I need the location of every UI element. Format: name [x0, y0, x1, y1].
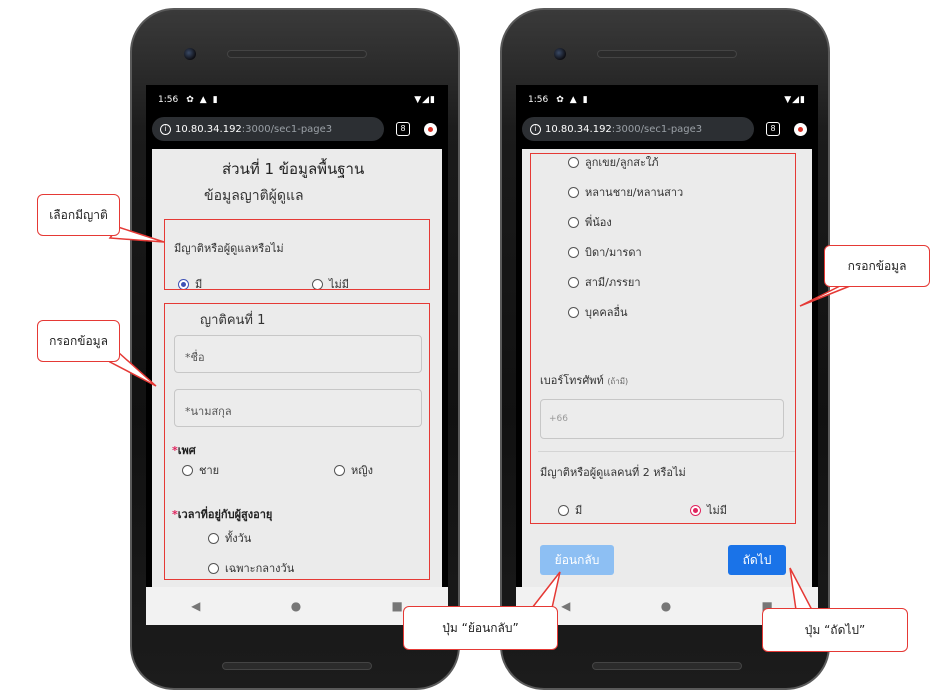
settings-icon: ✿	[556, 95, 564, 105]
url-host: 10.80.34.192	[545, 123, 612, 135]
status-time: 1:56	[528, 95, 549, 105]
highlight-relative-info-right	[530, 153, 796, 524]
callout-fill-info-left: กรอกข้อมูล	[37, 320, 120, 362]
alert-icon: ▲	[199, 95, 207, 105]
nav-recents-icon[interactable]: ■	[392, 599, 403, 613]
tab-switcher-button[interactable]: 8	[766, 122, 780, 136]
browser-toolbar: i 10.80.34.192:3000/sec1-page3 8	[522, 115, 812, 143]
sim-icon: ▮	[582, 95, 588, 105]
nav-back-icon[interactable]: ◀	[561, 599, 570, 613]
tab-switcher-button[interactable]: 8	[396, 122, 410, 136]
signal-icon: ▼◢▮	[414, 95, 436, 105]
nav-home-icon[interactable]: ●	[661, 599, 671, 613]
camera	[184, 48, 196, 60]
settings-icon: ✿	[186, 95, 194, 105]
status-bar: 1:56 ✿ ▲ ▮ ▼◢▮	[146, 91, 448, 109]
speaker	[227, 50, 367, 58]
next-button[interactable]: ถัดไป	[728, 545, 786, 575]
status-bar: 1:56 ✿ ▲ ▮ ▼◢▮	[516, 91, 818, 109]
callout-back-button: ปุ่ม “ย้อนกลับ”	[403, 606, 558, 650]
url-bar[interactable]: i 10.80.34.192:3000/sec1-page3	[152, 117, 384, 141]
highlight-has-relative	[164, 219, 430, 290]
browser-menu-icon[interactable]	[424, 122, 437, 136]
browser-toolbar: i 10.80.34.192:3000/sec1-page3 8	[152, 115, 442, 143]
url-bar[interactable]: i 10.80.34.192:3000/sec1-page3	[522, 117, 754, 141]
info-icon[interactable]: i	[530, 123, 541, 135]
callout-fill-info-right: กรอกข้อมูล	[824, 245, 930, 287]
figure: 1:56 ✿ ▲ ▮ ▼◢▮ i 10.80.34.192:3000/sec1-…	[0, 0, 949, 693]
camera	[554, 48, 566, 60]
url-path: :3000/sec1-page3	[241, 123, 333, 135]
status-time: 1:56	[158, 95, 179, 105]
callout-next-button: ปุ่ม “ถัดไป”	[762, 608, 908, 652]
url-path: :3000/sec1-page3	[611, 123, 703, 135]
page-title: ส่วนที่ 1 ข้อมูลพื้นฐาน	[222, 160, 365, 178]
page-subtitle: ข้อมูลญาติผู้ดูแล	[204, 188, 304, 204]
highlight-relative-info-left	[164, 303, 430, 580]
speaker	[597, 50, 737, 58]
bottom-speaker	[592, 662, 742, 670]
sim-icon: ▮	[212, 95, 218, 105]
signal-icon: ▼◢▮	[784, 95, 806, 105]
callout-select-relative: เลือกมีญาติ	[37, 194, 120, 236]
bottom-speaker	[222, 662, 372, 670]
nav-back-icon[interactable]: ◀	[191, 599, 200, 613]
alert-icon: ▲	[569, 95, 577, 105]
back-button[interactable]: ย้อนกลับ	[540, 545, 614, 575]
url-host: 10.80.34.192	[175, 123, 242, 135]
nav-home-icon[interactable]: ●	[291, 599, 301, 613]
info-icon[interactable]: i	[160, 123, 171, 135]
browser-menu-icon[interactable]	[794, 122, 807, 136]
